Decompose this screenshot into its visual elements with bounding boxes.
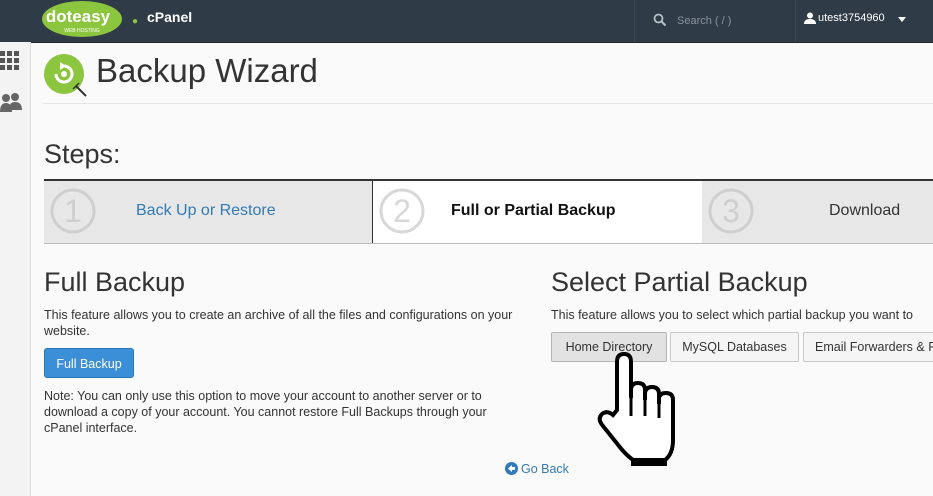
step-label[interactable]: Back Up or Restore (136, 202, 276, 220)
caret-down-icon (898, 17, 906, 22)
go-back-label: Go Back (521, 462, 569, 476)
left-sidebar (0, 42, 31, 496)
user-menu[interactable]: utest3754960 (796, 0, 916, 42)
users-icon[interactable] (0, 92, 22, 116)
step-number-3: 3 (708, 188, 754, 234)
wizard-steps: 1 Back Up or Restore 2 Full or Partial B… (44, 179, 933, 244)
step-number-2: 2 (379, 188, 425, 234)
svg-text:1: 1 (64, 193, 82, 229)
header-divider (43, 103, 933, 104)
svg-text:2: 2 (393, 193, 411, 229)
username: utest3754960 (818, 12, 885, 24)
step-label: Full or Partial Backup (451, 202, 616, 219)
step-download: 3 Download (702, 181, 933, 243)
step-back-up-or-restore[interactable]: 1 Back Up or Restore (44, 181, 372, 243)
apps-grid-icon[interactable] (0, 51, 20, 71)
partial-backup-heading: Select Partial Backup (551, 267, 808, 297)
full-backup-description: This feature allows you to create an arc… (44, 308, 513, 338)
email-forwarders-button[interactable]: Email Forwarders & Filters (803, 332, 933, 362)
logo-text: doteasy (46, 7, 111, 26)
full-backup-heading: Full Backup (44, 267, 186, 297)
step-full-or-partial-backup: 2 Full or Partial Backup (372, 181, 703, 243)
full-backup-button[interactable]: Full Backup (44, 348, 134, 378)
go-back-link[interactable]: Go Back (505, 462, 569, 476)
logo-subtext: WEB HOSTING (64, 28, 100, 34)
step-number-1: 1 (50, 188, 96, 234)
mysql-databases-button[interactable]: MySQL Databases (670, 332, 799, 362)
hand-pointer-cursor-icon (597, 351, 675, 466)
back-arrow-icon (505, 462, 518, 475)
partial-backup-description: This feature allows you to select which … (551, 308, 913, 322)
search-icon (653, 13, 667, 27)
svg-text:3: 3 (722, 193, 740, 229)
backup-wizard-icon (44, 54, 87, 97)
separator-dot: ● (132, 16, 139, 27)
doteasy-logo[interactable]: doteasy WEB HOSTING (42, 1, 122, 37)
top-navbar: doteasy WEB HOSTING ● cPanel utest375496… (0, 0, 933, 43)
cpanel-brand[interactable]: cPanel (147, 9, 192, 25)
search-input[interactable] (675, 10, 789, 32)
search-box[interactable] (634, 0, 796, 42)
user-icon (804, 12, 816, 24)
full-backup-note: Note: You can only use this option to mo… (44, 389, 487, 435)
step-label: Download (829, 202, 901, 219)
steps-heading: Steps: (44, 139, 121, 169)
page-title: Backup Wizard (96, 52, 318, 89)
